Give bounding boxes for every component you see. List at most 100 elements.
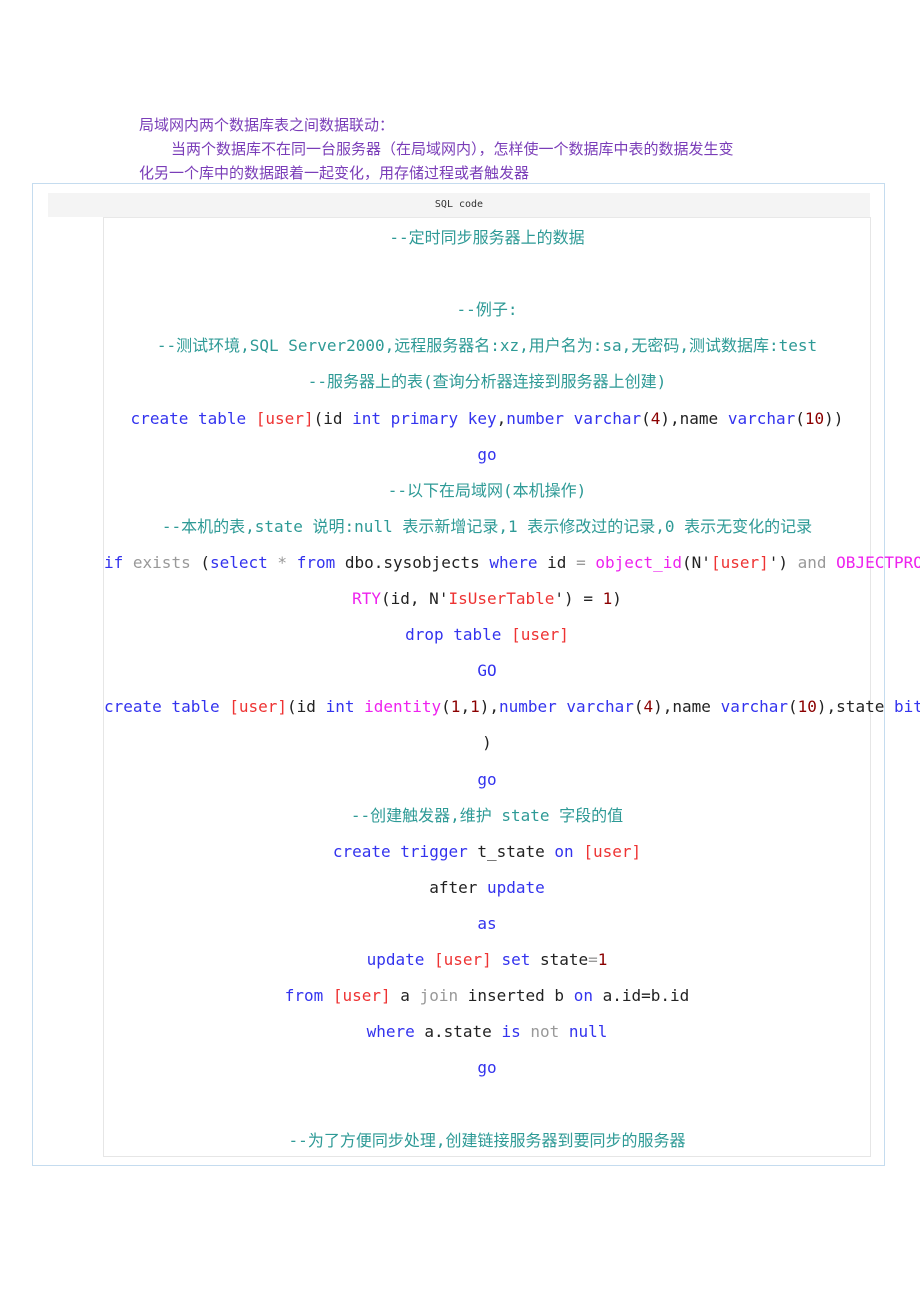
code-token: where xyxy=(366,1022,425,1042)
code-token: 4 xyxy=(650,408,661,428)
code-token: go xyxy=(477,769,497,789)
code-token: int primary key xyxy=(352,408,497,428)
code-token: inserted b xyxy=(467,986,574,1006)
intro-text: 局域网内两个数据库表之间数据联动： 当两个数据库不在同一台服务器（在局域网内），… xyxy=(139,113,799,185)
code-token: ),name xyxy=(653,697,721,717)
code-block-header: SQL code xyxy=(48,193,870,217)
code-line: ) xyxy=(104,731,870,755)
code-token: join xyxy=(419,986,468,1006)
code-line: from [user] a join inserted b on a.id=b.… xyxy=(104,984,870,1008)
code-line: update [user] set state=1 xyxy=(104,948,870,972)
code-line: if exists (select * from dbo.sysobjects … xyxy=(104,551,920,575)
code-token: update xyxy=(366,950,434,969)
code-token: [user] xyxy=(229,697,288,717)
code-token: [user] xyxy=(434,950,502,969)
code-line: --本机的表,state 说明:null 表示新增记录,1 表示修改过的记录,0… xyxy=(104,515,870,539)
code-token: = xyxy=(576,552,596,572)
code-token: (id xyxy=(313,408,353,428)
code-token: IsUserTable xyxy=(448,589,555,608)
code-token: state xyxy=(539,950,589,969)
code-token: if xyxy=(104,552,133,572)
code-token: ),name xyxy=(660,408,728,428)
intro-title: 局域网内两个数据库表之间数据联动： xyxy=(139,116,395,134)
code-token: int xyxy=(325,697,365,717)
code-token: --创建触发器,维护 state 字段的值 xyxy=(350,805,624,825)
code-token: [user] xyxy=(583,841,642,861)
code-token: ( xyxy=(788,697,798,717)
code-token: varchar xyxy=(727,408,796,428)
code-token: ( xyxy=(441,697,451,717)
code-token: RTY xyxy=(352,589,382,608)
code-line: --定时同步服务器上的数据 xyxy=(104,226,870,250)
code-token: select xyxy=(209,552,278,572)
code-token: 1 xyxy=(470,697,480,717)
code-line: --以下在局域网(本机操作) xyxy=(104,479,870,503)
code-line: GO xyxy=(104,659,870,683)
code-token: ),state xyxy=(816,697,894,717)
code-token: ') xyxy=(768,552,798,572)
code-token: set xyxy=(501,950,540,969)
code-token: 10 xyxy=(797,697,817,717)
intro-paragraph-line-1: 当两个数据库不在同一台服务器（在局域网内），怎样使一个数据库中表的数据发生变 xyxy=(171,140,734,158)
code-token: [user] xyxy=(511,625,569,645)
code-token: 10 xyxy=(804,408,825,428)
code-token: number varchar xyxy=(498,697,634,717)
code-token: --以下在局域网(本机操作) xyxy=(387,480,587,500)
code-token: ( xyxy=(641,408,651,428)
code-token: where xyxy=(489,552,548,572)
intro-paragraph: 当两个数据库不在同一台服务器（在局域网内），怎样使一个数据库中表的数据发生变 xyxy=(139,137,799,161)
code-line: create table [user](id int primary key,n… xyxy=(104,407,870,431)
code-token: * xyxy=(277,552,297,572)
code-token: not xyxy=(530,1022,569,1042)
code-token: a.id=b.id xyxy=(602,986,690,1006)
code-token: (id xyxy=(287,697,326,717)
code-token: ') = xyxy=(554,589,603,608)
code-line: drop table [user] xyxy=(104,623,870,647)
code-token: create table xyxy=(104,697,230,717)
code-token: null xyxy=(568,1022,608,1042)
code-token: from xyxy=(284,986,333,1006)
code-token: after xyxy=(429,877,487,897)
code-line: --创建触发器,维护 state 字段的值 xyxy=(104,804,870,828)
code-token: create trigger xyxy=(332,841,478,861)
code-token: GO xyxy=(477,661,497,681)
code-token: a xyxy=(400,986,420,1006)
code-token: , xyxy=(496,408,507,428)
code-token: bit xyxy=(893,697,920,717)
code-token: identity xyxy=(364,697,442,717)
code-line: create trigger t_state on [user] xyxy=(104,840,870,864)
code-token: --服务器上的表(查询分析器连接到服务器上创建) xyxy=(307,372,667,392)
code-token: --测试环境,SQL Server2000,远程服务器名:xz,用户名为:sa,… xyxy=(156,336,818,356)
code-token: (N' xyxy=(682,552,711,572)
code-token: (id, N' xyxy=(381,589,449,608)
code-line: --服务器上的表(查询分析器连接到服务器上创建) xyxy=(104,370,870,394)
code-token: [user] xyxy=(332,986,401,1006)
code-token: ) xyxy=(482,733,492,753)
code-token: )) xyxy=(824,408,844,428)
code-token: number varchar xyxy=(506,408,642,428)
code-token: update xyxy=(487,877,545,897)
code-token: = xyxy=(588,950,598,969)
code-token: ( xyxy=(795,408,805,428)
code-token: ) xyxy=(612,589,622,608)
code-token: object_id xyxy=(595,552,683,572)
code-token: id xyxy=(547,552,577,572)
code-line: create table [user](id int identity(1,1)… xyxy=(104,695,920,719)
code-line: as xyxy=(104,912,870,936)
code-token: 1 xyxy=(450,697,461,717)
code-token: dbo.sysobjects xyxy=(344,552,490,572)
code-token: on xyxy=(554,841,584,861)
code-line: after update xyxy=(104,876,870,900)
code-token: 1 xyxy=(597,950,608,969)
code-token: a.state xyxy=(424,1022,502,1042)
code-token: t_state xyxy=(477,841,555,861)
code-token: and xyxy=(797,552,837,572)
code-token: go xyxy=(477,444,497,464)
code-token: OBJECTPROPE xyxy=(836,552,920,572)
code-token: --例子: xyxy=(456,300,518,320)
code-token: as xyxy=(477,913,497,933)
code-token: from xyxy=(296,552,345,572)
code-line: go xyxy=(104,1056,870,1080)
code-line: go xyxy=(104,443,870,467)
code-token: go xyxy=(477,1058,497,1078)
